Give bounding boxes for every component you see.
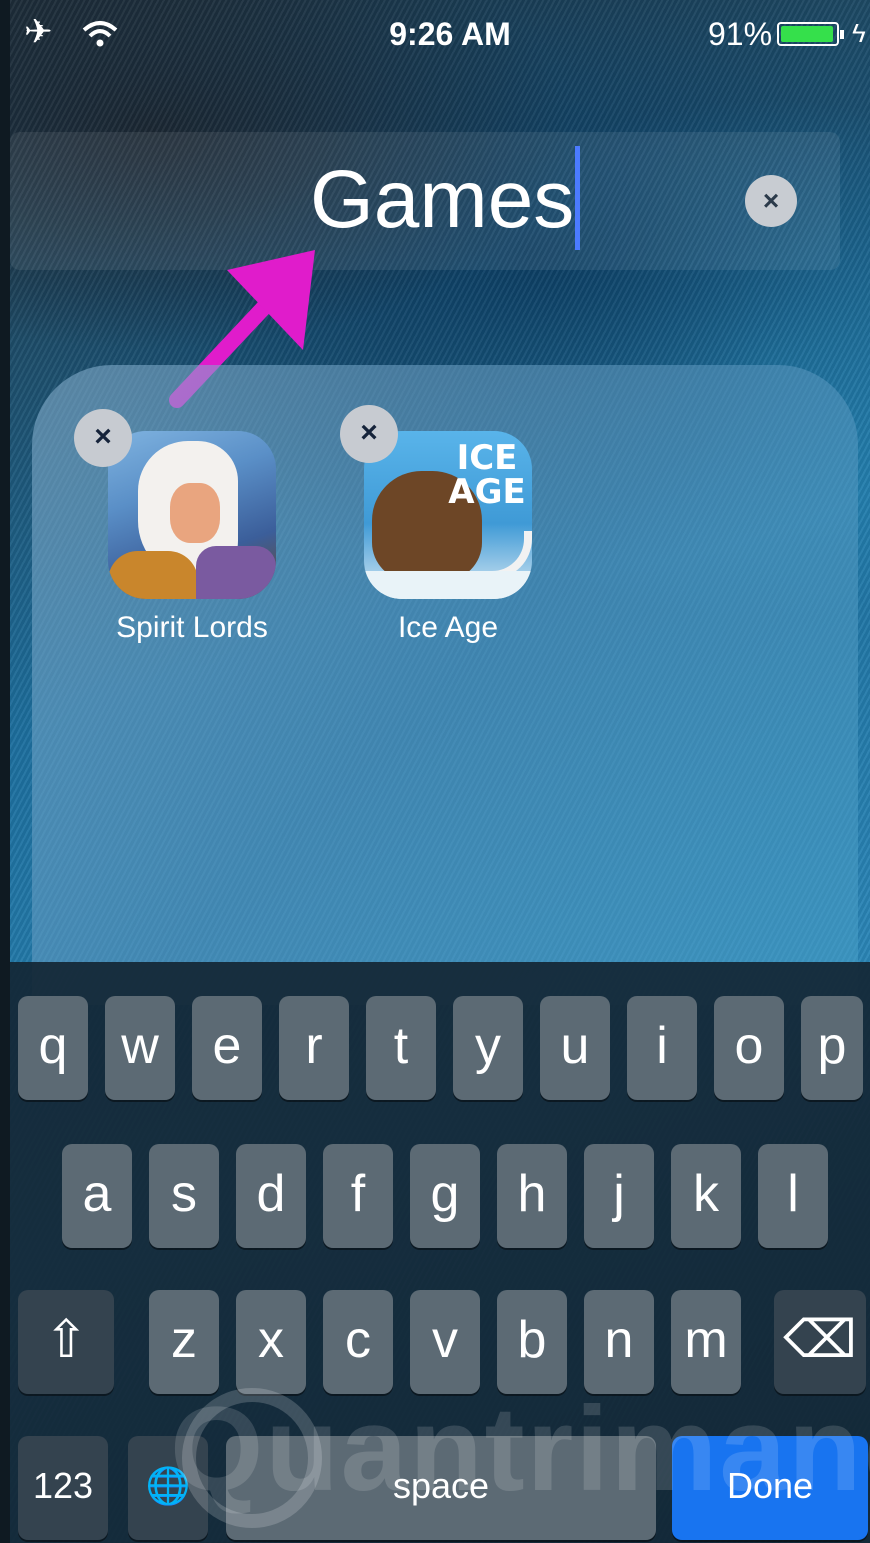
- spirit-lords-art-face: [170, 483, 220, 543]
- delete-ice-age-button[interactable]: ×: [340, 405, 398, 463]
- key-a[interactable]: a: [62, 1144, 132, 1248]
- key-x[interactable]: x: [236, 1290, 306, 1394]
- key-t[interactable]: t: [366, 996, 436, 1100]
- key-u[interactable]: u: [540, 996, 610, 1100]
- key-s[interactable]: s: [149, 1144, 219, 1248]
- key-f[interactable]: f: [323, 1144, 393, 1248]
- home-screen: ✈ 9:26 AM 91% ϟ Games × Spirit Lords × I…: [10, 0, 870, 1543]
- key-l[interactable]: l: [758, 1144, 828, 1248]
- battery-fill: [781, 26, 833, 42]
- app-ice-age[interactable]: ICE AGE Ice Age: [338, 431, 558, 651]
- key-o[interactable]: o: [714, 996, 784, 1100]
- app-label: Ice Age: [397, 611, 499, 644]
- battery-percent: 91%: [708, 16, 773, 52]
- clear-text-button[interactable]: ×: [745, 175, 797, 227]
- battery-icon: [777, 22, 844, 46]
- spirit-lords-art-armor: [108, 551, 198, 599]
- delete-spirit-lords-button[interactable]: ×: [74, 409, 132, 467]
- key-r[interactable]: r: [279, 996, 349, 1100]
- key-h[interactable]: h: [497, 1144, 567, 1248]
- status-bar: ✈ 9:26 AM 91% ϟ: [10, 0, 870, 70]
- key-q[interactable]: q: [18, 996, 88, 1100]
- key-i[interactable]: i: [627, 996, 697, 1100]
- spirit-lords-art-dress: [196, 546, 276, 599]
- key-g[interactable]: g: [410, 1144, 480, 1248]
- text-cursor: [575, 146, 580, 250]
- shift-key[interactable]: ⇧: [18, 1290, 114, 1394]
- key-n[interactable]: n: [584, 1290, 654, 1394]
- backspace-key[interactable]: ⌫: [774, 1290, 866, 1394]
- key-y[interactable]: y: [453, 996, 523, 1100]
- key-p[interactable]: p: [801, 996, 863, 1100]
- battery-tip: [840, 30, 844, 39]
- charging-bolt-icon: ϟ: [852, 18, 866, 48]
- key-c[interactable]: c: [323, 1290, 393, 1394]
- spirit-lords-app-icon[interactable]: [108, 431, 276, 599]
- key-j[interactable]: j: [584, 1144, 654, 1248]
- numbers-key[interactable]: 123: [18, 1436, 108, 1540]
- key-m[interactable]: m: [671, 1290, 741, 1394]
- ice-age-art-ground: [364, 571, 532, 599]
- key-e[interactable]: e: [192, 996, 262, 1100]
- folder-name-text[interactable]: Games: [310, 154, 574, 246]
- key-k[interactable]: k: [671, 1144, 741, 1248]
- key-v[interactable]: v: [410, 1290, 480, 1394]
- key-w[interactable]: w: [105, 996, 175, 1100]
- ice-age-app-icon[interactable]: ICE AGE: [364, 431, 532, 599]
- key-z[interactable]: z: [149, 1290, 219, 1394]
- left-edge: [0, 0, 10, 1543]
- app-label: Spirit Lords: [116, 611, 268, 644]
- folder-panel: Spirit Lords × ICE AGE Ice Age ×: [32, 365, 858, 1005]
- key-d[interactable]: d: [236, 1144, 306, 1248]
- key-b[interactable]: b: [497, 1290, 567, 1394]
- watermark-text: Quantrimang: [170, 1382, 870, 1516]
- ice-age-logo-text: ICE AGE: [448, 438, 526, 512]
